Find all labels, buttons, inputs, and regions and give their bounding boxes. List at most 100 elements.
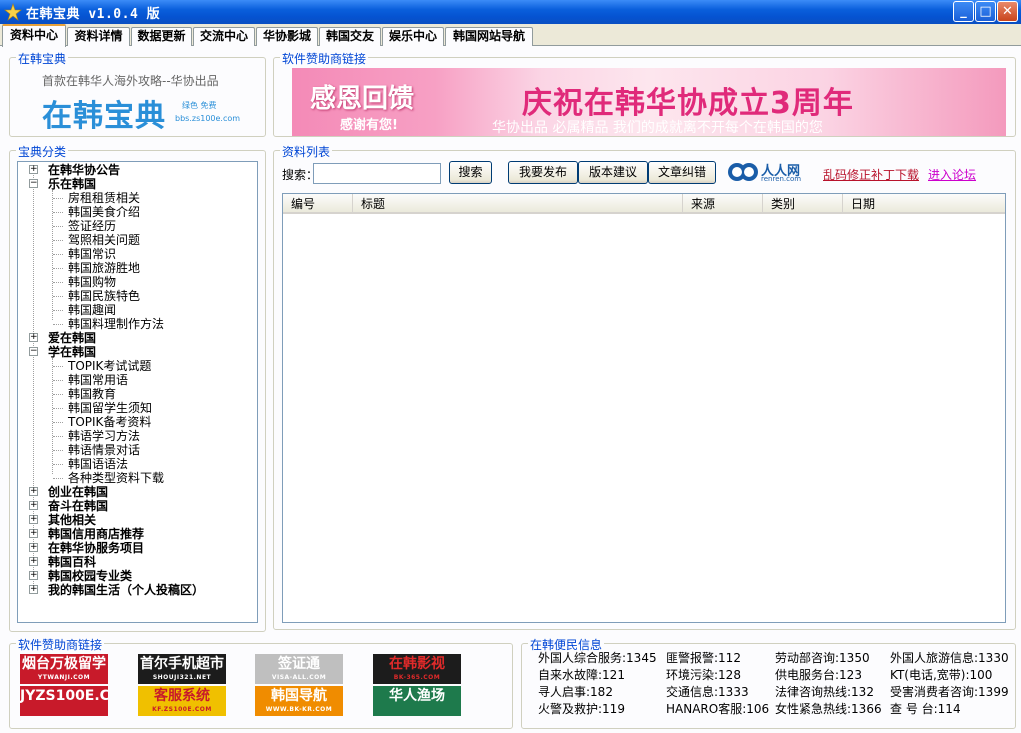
tree-item[interactable]: 韩语学习方法 <box>68 429 140 443</box>
tree-item[interactable]: 韩国留学生须知 <box>68 401 152 415</box>
renren-logo-icon <box>728 163 758 181</box>
tree-expander-icon[interactable]: + <box>29 165 38 174</box>
tree-expander-icon[interactable]: + <box>29 501 38 510</box>
search-button[interactable]: 搜索 <box>449 161 492 184</box>
tab-data-update[interactable]: 数据更新 <box>131 27 192 46</box>
tree-expander-icon[interactable]: − <box>29 347 38 356</box>
tree-item[interactable]: TOPIK考试试题 <box>68 359 151 373</box>
sponsor-title: 烟台万极留学 <box>22 656 106 672</box>
tree-item[interactable]: 韩国民族特色 <box>68 289 140 303</box>
tree-item[interactable]: 房租租赁相关 <box>68 191 140 205</box>
hotline-item: 劳动部咨询:1350 <box>775 651 870 665</box>
sponsor-logo[interactable]: 在韩影视 BK-365.COM <box>373 654 461 684</box>
tab-dating[interactable]: 韩国交友 <box>319 27 381 46</box>
title-bar: 在韩宝典 v1.0.4 版 _ □ ✕ <box>0 0 1021 24</box>
tree-expander-icon[interactable]: + <box>29 557 38 566</box>
tree-expander-icon[interactable]: − <box>29 179 38 188</box>
sponsor-logo[interactable]: 客服系统 KF.ZS100E.COM <box>138 686 226 716</box>
search-input[interactable] <box>313 163 441 184</box>
tree-item[interactable]: 韩国旅游胜地 <box>68 261 140 275</box>
logo-tagline: 首款在韩华人海外攻略--华协出品 <box>42 74 219 88</box>
column-source[interactable]: 来源 <box>683 194 763 214</box>
column-id[interactable]: 编号 <box>283 194 353 214</box>
sponsor-logo[interactable]: 签证通 VISA-ALL.COM <box>255 654 343 684</box>
sponsors-group: 软件赞助商链接 烟台万极留学 YTWANJI.COM JYZS100E.COM 首尔手… <box>9 636 513 729</box>
tree-category[interactable]: 韩国百科 <box>48 555 96 569</box>
window-title: 在韩宝典 v1.0.4 版 <box>26 7 161 22</box>
tree-category[interactable]: 在韩华协服务项目 <box>48 541 144 555</box>
correct-button[interactable]: 文章纠错 <box>648 161 716 184</box>
hotline-item: HANARO客服:106 <box>666 702 770 716</box>
tree-item[interactable]: 韩国常识 <box>68 247 116 261</box>
tree-category[interactable]: 学在韩国 <box>48 345 96 359</box>
sponsor-logo[interactable]: 首尔手机超市 SHOUJI321.NET <box>138 654 226 684</box>
sponsor-url: KF.ZS100E.COM <box>152 706 212 713</box>
hotline-item: 自来水故障:121 <box>538 668 625 682</box>
tree-category[interactable]: 爱在韩国 <box>48 331 96 345</box>
forum-link[interactable]: 进入论坛 <box>928 166 976 183</box>
tree-expander-icon[interactable]: + <box>29 529 38 538</box>
banner-headline: 庆祝在韩华协成立3周年 <box>522 86 854 121</box>
suggest-button[interactable]: 版本建议 <box>578 161 648 184</box>
about-legend: 在韩宝典 <box>16 50 69 67</box>
tree-category[interactable]: 韩国校园专业类 <box>48 569 132 583</box>
tab-cinema[interactable]: 华协影城 <box>256 27 318 46</box>
sponsor-title: 华人渔场 <box>389 688 445 704</box>
tree-expander-icon[interactable]: + <box>29 585 38 594</box>
tree-category[interactable]: 乐在韩国 <box>48 177 96 191</box>
minimize-icon: _ <box>960 4 967 19</box>
close-button[interactable]: ✕ <box>997 1 1018 22</box>
tree-item[interactable]: 韩国趣闻 <box>68 303 116 317</box>
tree-item[interactable]: 韩国教育 <box>68 387 116 401</box>
tree-category[interactable]: 创业在韩国 <box>48 485 108 499</box>
tab-exchange-center[interactable]: 交流中心 <box>193 27 255 46</box>
anniversary-banner[interactable]: 感恩回馈 感谢有您! 庆祝在韩华协成立3周年 华协出品 必属精品 我们的成就离不… <box>292 68 1006 136</box>
tree-expander-icon[interactable]: + <box>29 487 38 496</box>
tree-item[interactable]: 韩国常用语 <box>68 373 128 387</box>
hotline-item: 寻人启事:182 <box>538 685 613 699</box>
tab-data-detail[interactable]: 资料详情 <box>67 27 130 46</box>
tree-expander-icon[interactable]: + <box>29 543 38 552</box>
sponsor-logo[interactable]: 烟台万极留学 YTWANJI.COM <box>20 654 108 684</box>
tab-entertainment[interactable]: 娱乐中心 <box>382 27 444 46</box>
tree-item[interactable]: 韩语情景对话 <box>68 443 140 457</box>
logo-badge: 绿色 免费 <box>182 101 217 110</box>
column-date[interactable]: 日期 <box>843 194 1005 214</box>
app-logo: 在韩宝典 <box>42 99 166 134</box>
minimize-button[interactable]: _ <box>953 1 974 22</box>
data-table[interactable]: 编号 标题 来源 类别 日期 <box>282 193 1006 623</box>
publish-button[interactable]: 我要发布 <box>508 161 578 184</box>
sponsor-url: YTWANJI.COM <box>37 674 91 681</box>
renren-link[interactable]: 人人网 renren.com <box>727 159 815 185</box>
tree-item[interactable]: 韩国料理制作方法 <box>68 317 164 331</box>
tab-data-center[interactable]: 资料中心 <box>2 24 66 47</box>
tree-item[interactable]: 韩国语语法 <box>68 457 128 471</box>
tree-item[interactable]: TOPIK备考资料 <box>68 415 151 429</box>
tree-item[interactable]: 驾照相关问题 <box>68 233 140 247</box>
tree-expander-icon[interactable]: + <box>29 515 38 524</box>
tab-site-navigation[interactable]: 韩国网站导航 <box>445 27 533 46</box>
category-tree[interactable]: + 在韩华协公告 − 乐在韩国 房租租赁相关 韩国美食介绍 签证经历 驾照相关问题 韩国常识 韩国… <box>17 161 258 623</box>
tree-item[interactable]: 韩国购物 <box>68 275 116 289</box>
patch-download-link[interactable]: 乱码修正补丁下载 <box>823 166 919 183</box>
sponsor-logo[interactable]: 韩国导航 WWW.BK-KR.COM <box>255 686 343 716</box>
banner-left-text: 感恩回馈 <box>310 84 415 114</box>
tree-category[interactable]: 我的韩国生活（个人投稿区） <box>48 583 204 597</box>
tree-item[interactable]: 签证经历 <box>68 219 116 233</box>
tree-category[interactable]: 韩国信用商店推荐 <box>48 527 144 541</box>
tree-item[interactable]: 韩国美食介绍 <box>68 205 140 219</box>
tree-category[interactable]: 在韩华协公告 <box>48 163 120 177</box>
tree-expander-icon[interactable]: + <box>29 571 38 580</box>
column-title[interactable]: 标题 <box>353 194 683 214</box>
tree-category[interactable]: 奋斗在韩国 <box>48 499 108 513</box>
tree-category[interactable]: 其他相关 <box>48 513 96 527</box>
tree-expander-icon[interactable]: + <box>29 333 38 342</box>
tree-item[interactable]: 各种类型资料下载 <box>68 471 164 485</box>
sponsor-logo[interactable]: JYZS100E.COM <box>20 686 108 716</box>
tab-content: 在韩宝典 首款在韩华人海外攻略--华协出品 在韩宝典 绿色 免费 bbs.zs1… <box>0 46 1021 733</box>
list-group: 资料列表 搜索： 搜索 我要发布 版本建议 文章纠错 人人网 renren.co… <box>273 143 1016 630</box>
hotline-item: 查 号 台:114 <box>890 702 961 716</box>
sponsor-logo[interactable]: 华人渔场 <box>373 686 461 716</box>
column-category[interactable]: 类别 <box>763 194 843 214</box>
maximize-button[interactable]: □ <box>975 1 996 22</box>
